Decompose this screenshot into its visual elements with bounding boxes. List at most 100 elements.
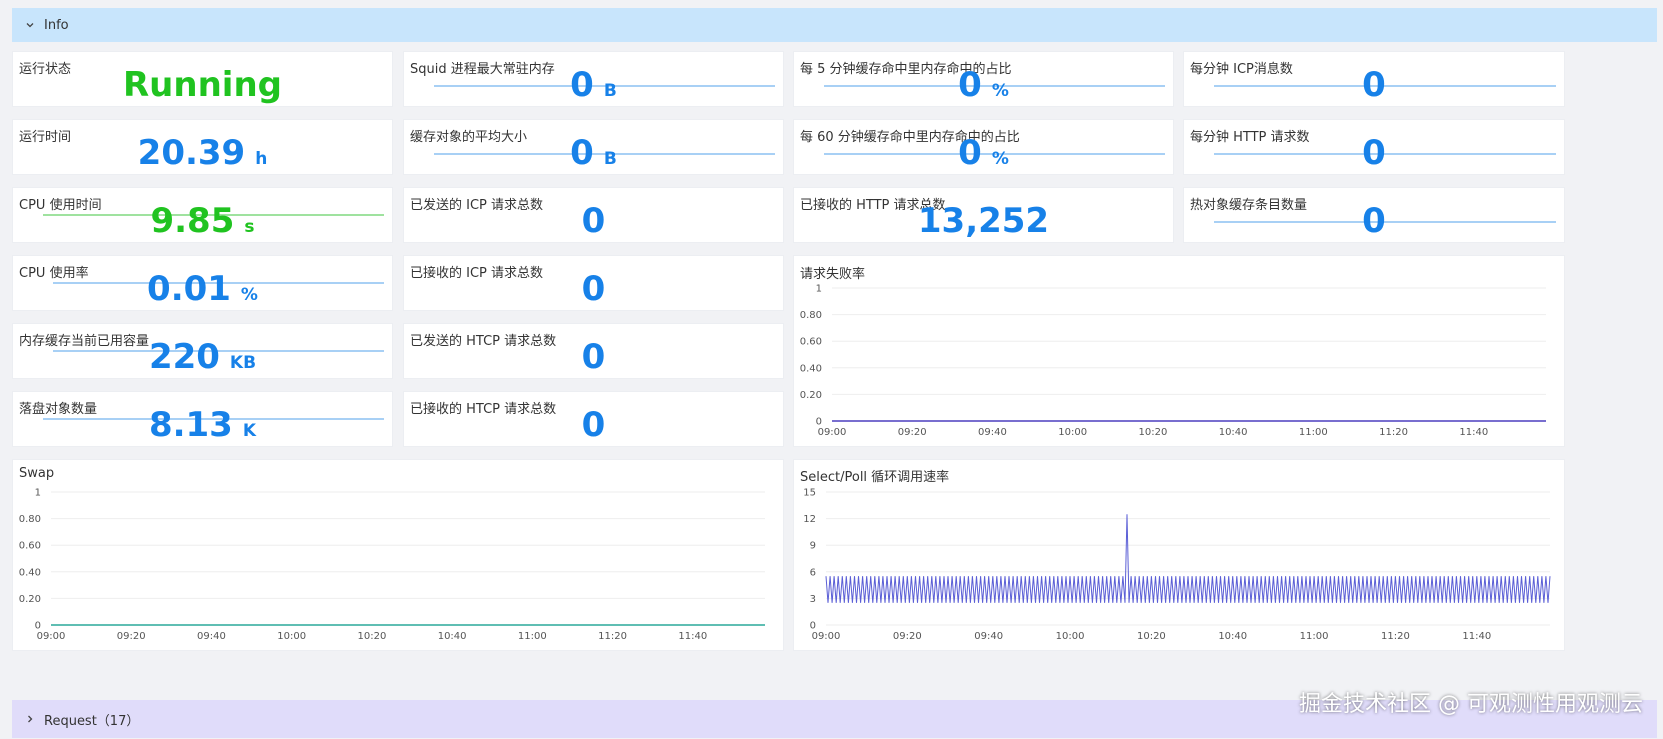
x-tick-label: 09:20 [898, 427, 927, 438]
stat-value: 0B [404, 65, 783, 105]
stat-http-per-min: 每分钟 HTTP 请求数 0 [1183, 119, 1565, 175]
stat-value: 0.01% [13, 269, 392, 309]
stat-number: 8.13 [148, 405, 233, 445]
chevron-right-icon[interactable] [24, 713, 36, 725]
x-tick-label: 10:00 [1056, 631, 1085, 642]
y-tick-label: 0 [816, 417, 822, 428]
stat-value: 220 KB [13, 337, 392, 377]
stat-icp-recv-total: 已接收的 ICP 请求总数 0 [403, 255, 784, 311]
chevron-down-icon[interactable] [24, 19, 36, 31]
y-tick-label: 1 [35, 488, 41, 499]
stat-value: 0 [1184, 201, 1564, 241]
stat-number: 0 [1362, 65, 1386, 105]
y-tick-label: 15 [803, 488, 816, 499]
stat-number: 0 [958, 65, 982, 105]
info-section-label: Info [44, 17, 69, 33]
stat-value: 0 [404, 337, 783, 377]
y-tick-label: 3 [810, 594, 816, 605]
stat-number: 0.01 [147, 269, 231, 309]
stat-value: 0 [404, 269, 783, 309]
stat-number: 0 [581, 201, 606, 241]
stat-value: 0 [404, 201, 783, 241]
stat-unit: % [240, 285, 258, 305]
x-tick-label: 11:40 [1459, 427, 1488, 438]
chart-select-poll: Select/Poll 循环调用速率 0 3 6 9 12 15 09:00 09:20 09:… [793, 459, 1565, 651]
stat-unit: B [603, 149, 617, 169]
stat-number: 0 [581, 337, 606, 377]
stat-uptime: 运行时间 20.39 h [12, 119, 393, 175]
x-tick-label: 11:20 [1379, 427, 1408, 438]
watermark: 掘金技术社区 @ 可观测性用观测云 [1299, 692, 1643, 717]
x-tick-label: 09:00 [812, 631, 841, 642]
stat-number: 20.39 [137, 133, 246, 173]
stat-unit: % [991, 81, 1009, 101]
stat-hit-ratio-5m: 每 5 分钟缓存命中里内存命中的占比 0% [793, 51, 1174, 107]
y-tick-label: 0.20 [19, 594, 41, 605]
stat-hit-ratio-60m: 每 60 分钟缓存命中里内存命中的占比 0% [793, 119, 1174, 175]
x-tick-label: 10:40 [1218, 631, 1247, 642]
series-line [825, 514, 1551, 603]
stat-value: 0 [1184, 133, 1564, 173]
stat-value: 0 [404, 405, 783, 445]
stat-number: 0 [581, 269, 606, 309]
stat-mem-cache-used: 内存缓存当前已用容量 220 KB [12, 323, 393, 379]
stat-number: 13,252 [917, 201, 1050, 241]
stat-cpu-usage: CPU 使用率 0.01% [12, 255, 393, 311]
x-tick-label: 11:20 [598, 631, 627, 642]
x-tick-label: 10:20 [357, 631, 386, 642]
x-tick-label: 09:00 [37, 631, 66, 642]
info-section-header[interactable]: Info [12, 8, 1657, 42]
stat-unit: K [242, 421, 257, 441]
stat-value: 9.85 s [13, 201, 392, 241]
x-tick-label: 10:40 [438, 631, 467, 642]
stat-value: 8.13 K [13, 405, 392, 445]
x-tick-label: 09:40 [978, 427, 1007, 438]
stat-number: 220 [148, 337, 220, 377]
stat-http-recv-total: 已接收的 HTTP 请求总数 13,252 [793, 187, 1174, 243]
x-tick-label: 10:20 [1137, 631, 1166, 642]
y-tick-label: 0.40 [19, 567, 41, 578]
y-tick-label: 0.60 [19, 541, 41, 552]
stat-disk-objects: 落盘对象数量 8.13 K [12, 391, 393, 447]
request-section-label: Request（17） [44, 713, 140, 729]
stat-unit: KB [229, 353, 257, 373]
x-tick-label: 11:40 [1462, 631, 1491, 642]
failure-rate-chart-svg: 0 0.20 0.40 0.60 0.80 1 09:00 09:20 09:40 10:00 10… [800, 284, 1546, 438]
x-tick-label: 09:40 [197, 631, 226, 642]
x-tick-label: 10:20 [1138, 427, 1167, 438]
x-tick-label: 09:20 [117, 631, 146, 642]
y-tick-label: 0.80 [800, 310, 822, 321]
y-tick-label: 12 [803, 514, 816, 525]
stat-htcp-sent-total: 已发送的 HTCP 请求总数 0 [403, 323, 784, 379]
x-tick-label: 11:00 [518, 631, 547, 642]
y-tick-label: 9 [810, 541, 816, 552]
stat-hot-objects: 热对象缓存条目数量 0 [1183, 187, 1565, 243]
y-tick-label: 1 [816, 284, 822, 295]
stat-number: 0 [581, 405, 606, 445]
y-tick-label: 0.80 [19, 514, 41, 525]
stat-number: 0 [1362, 201, 1386, 241]
stat-number: 0 [570, 65, 594, 105]
x-tick-label: 11:00 [1299, 427, 1328, 438]
select-poll-chart-svg: 0 3 6 9 12 15 09:00 09:20 09:40 10:00 10:20 10:40 11… [803, 488, 1551, 642]
stat-value: 0B [404, 133, 783, 173]
chart-swap: Swap 0 0.20 0.40 0.60 0.80 1 09:00 09:20 09:40 10… [12, 459, 784, 651]
y-tick-label: 0 [810, 621, 816, 632]
stat-cpu-time: CPU 使用时间 9.85 s [12, 187, 393, 243]
y-tick-label: 6 [810, 567, 816, 578]
stat-value: 0% [794, 65, 1173, 105]
stat-number: 0 [570, 133, 594, 173]
stat-unit: h [255, 149, 268, 169]
stat-unit: % [991, 149, 1009, 169]
stat-value: 0% [794, 133, 1173, 173]
y-tick-label: 0.20 [800, 390, 822, 401]
stat-number: 0 [1362, 133, 1386, 173]
x-tick-label: 11:20 [1381, 631, 1410, 642]
stat-htcp-recv-total: 已接收的 HTCP 请求总数 0 [403, 391, 784, 447]
stat-run-status: 运行状态 Running [12, 51, 393, 107]
stat-value: 20.39 h [13, 133, 392, 173]
stat-value: 13,252 [794, 201, 1173, 241]
x-tick-label: 11:00 [1300, 631, 1329, 642]
stat-value: 0 [1184, 65, 1564, 105]
stat-squid-max-rss: Squid 进程最大常驻内存 0B [403, 51, 784, 107]
